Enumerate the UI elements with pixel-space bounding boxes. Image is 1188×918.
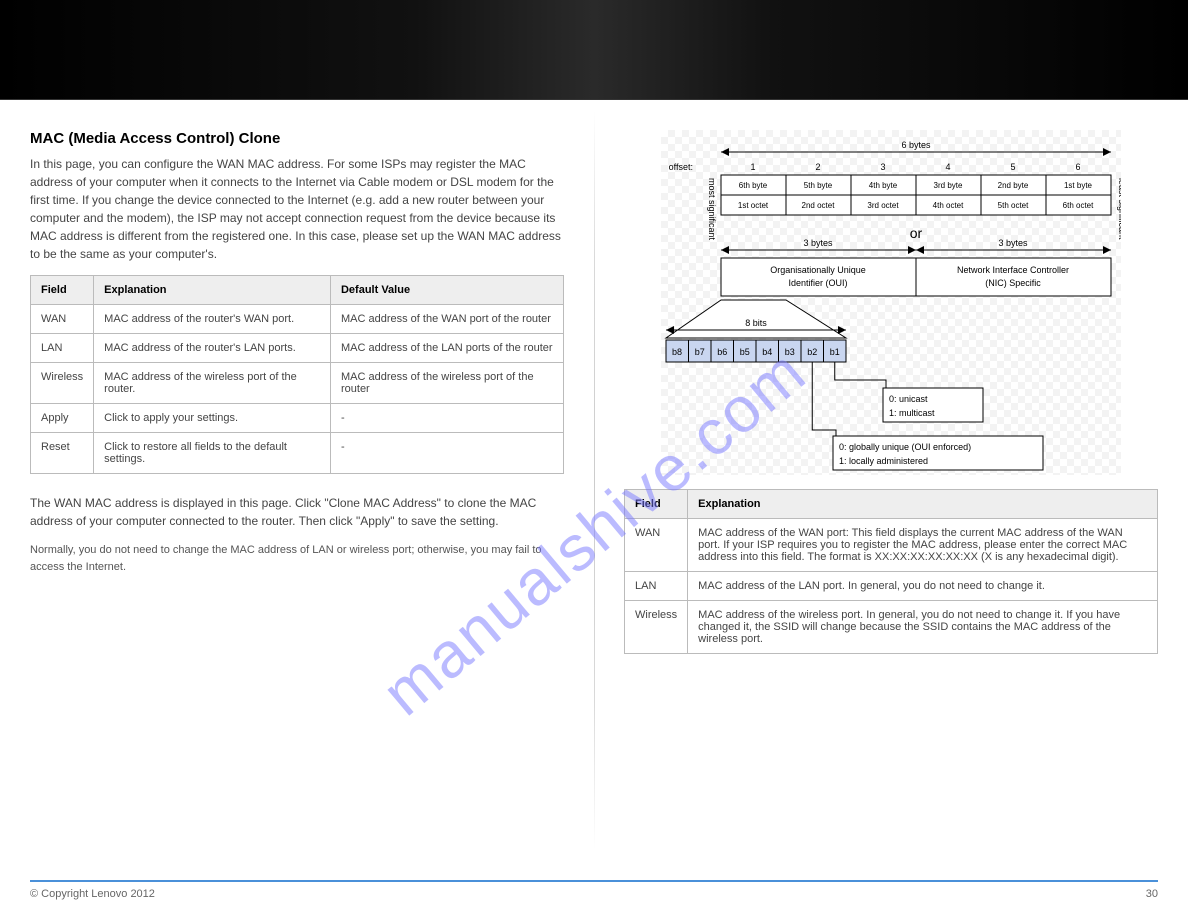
th-explain: Explanation [94, 276, 331, 305]
svg-text:5th octet: 5th octet [998, 201, 1029, 210]
table-row: LAN MAC address of the LAN port. In gene… [625, 572, 1158, 601]
table-row: Reset Click to restore all fields to the… [31, 433, 564, 474]
svg-text:b8: b8 [672, 347, 682, 357]
offset-3: 3 [880, 162, 885, 172]
svg-text:3rd byte: 3rd byte [934, 181, 963, 190]
or-label: or [910, 225, 923, 241]
cell-default: MAC address of the WAN port of the route… [330, 305, 563, 334]
table-row: Wireless MAC address of the wireless por… [625, 601, 1158, 654]
table-row: WAN MAC address of the router's WAN port… [31, 305, 564, 334]
note-paragraph: Normally, you do not need to change the … [30, 542, 564, 575]
page-divider [594, 110, 595, 850]
cell-field: WAN [625, 519, 688, 572]
svg-text:1st octet: 1st octet [738, 201, 769, 210]
svg-text:b5: b5 [740, 347, 750, 357]
cell-field: WAN [31, 305, 94, 334]
cell-explain: MAC address of the wireless port of the … [94, 363, 331, 404]
svg-text:4th byte: 4th byte [869, 181, 898, 190]
mac-diagram: 6 bytes offset: 1 2 3 4 5 6 [661, 130, 1121, 475]
svg-text:4th octet: 4th octet [933, 201, 964, 210]
mac-fields-table: Field Explanation Default Value WAN MAC … [30, 275, 564, 474]
cell-explain: MAC address of the LAN port. In general,… [688, 572, 1158, 601]
left-column: MAC (Media Access Control) Clone In this… [30, 130, 574, 674]
svg-text:2nd byte: 2nd byte [998, 181, 1029, 190]
global-label-1: 1: locally administered [839, 456, 928, 466]
svg-text:1st byte: 1st byte [1064, 181, 1093, 190]
cell-explain: MAC address of the wireless port. In gen… [688, 601, 1158, 654]
offset-5: 5 [1010, 162, 1015, 172]
cell-default: - [330, 404, 563, 433]
svg-text:6th byte: 6th byte [739, 181, 768, 190]
offset-label: offset: [669, 162, 693, 172]
cell-field: Wireless [625, 601, 688, 654]
unicast-label-1: 1: multicast [889, 408, 935, 418]
six-bytes-label: 6 bytes [901, 140, 931, 150]
table-row: WAN MAC address of the WAN port: This fi… [625, 519, 1158, 572]
svg-text:3 bytes: 3 bytes [803, 238, 833, 248]
svg-text:6th octet: 6th octet [1063, 201, 1094, 210]
cell-default: MAC address of the wireless port of the … [330, 363, 563, 404]
unicast-label-0: 0: unicast [889, 394, 928, 404]
header-bar [0, 0, 1188, 100]
cell-explain: Click to apply your settings. [94, 404, 331, 433]
bytes-grid: 6th byte 5th byte 4th byte 3rd byte 2nd … [721, 175, 1111, 215]
th-explain: Explanation [688, 490, 1158, 519]
table-header-row: Field Explanation Default Value [31, 276, 564, 305]
cell-field: Apply [31, 404, 94, 433]
svg-text:5th byte: 5th byte [804, 181, 833, 190]
footer-page-number: 30 [1146, 888, 1158, 900]
svg-text:b2: b2 [807, 347, 817, 357]
svg-text:b6: b6 [717, 347, 727, 357]
table-row: Apply Click to apply your settings. - [31, 404, 564, 433]
th-field: Field [31, 276, 94, 305]
svg-text:b3: b3 [785, 347, 795, 357]
offset-1: 1 [750, 162, 755, 172]
footer: © Copyright Lenovo 2012 30 [30, 880, 1158, 900]
cell-explain: MAC address of the WAN port: This field … [688, 519, 1158, 572]
svg-text:3 bytes: 3 bytes [998, 238, 1028, 248]
intro-paragraph: In this page, you can configure the WAN … [30, 155, 564, 263]
bits-row: b8 b7 b6 b5 b4 b3 b2 b1 [666, 340, 846, 362]
svg-text:b4: b4 [762, 347, 772, 357]
svg-text:Network Interface Controller: Network Interface Controller [957, 265, 1069, 275]
svg-text:Organisationally Unique: Organisationally Unique [770, 265, 866, 275]
cell-explain: MAC address of the router's LAN ports. [94, 334, 331, 363]
eight-bits-label: 8 bits [745, 318, 767, 328]
offset-4: 4 [945, 162, 950, 172]
svg-text:b1: b1 [830, 347, 840, 357]
table-header-row: Field Explanation [625, 490, 1158, 519]
table-row: LAN MAC address of the router's LAN port… [31, 334, 564, 363]
section-title: MAC (Media Access Control) Clone [30, 130, 564, 147]
svg-text:3rd octet: 3rd octet [867, 201, 899, 210]
cell-field: Reset [31, 433, 94, 474]
offset-6: 6 [1075, 162, 1080, 172]
cell-field: Wireless [31, 363, 94, 404]
cell-explain: MAC address of the router's WAN port. [94, 305, 331, 334]
cell-default: - [330, 433, 563, 474]
cell-default: MAC address of the LAN ports of the rout… [330, 334, 563, 363]
cell-field: LAN [625, 572, 688, 601]
footer-copyright: © Copyright Lenovo 2012 [30, 888, 155, 900]
table-row: Wireless MAC address of the wireless por… [31, 363, 564, 404]
th-field: Field [625, 490, 688, 519]
svg-text:2nd octet: 2nd octet [802, 201, 836, 210]
cell-explain: Click to restore all fields to the defau… [94, 433, 331, 474]
cell-field: LAN [31, 334, 94, 363]
mac-diagram-svg: 6 bytes offset: 1 2 3 4 5 6 [661, 130, 1121, 475]
global-label-0: 0: globally unique (OUI enforced) [839, 442, 971, 452]
right-column: 6 bytes offset: 1 2 3 4 5 6 [614, 130, 1158, 674]
svg-text:Identifier (OUI): Identifier (OUI) [788, 278, 847, 288]
th-default: Default Value [330, 276, 563, 305]
mac-address-table: Field Explanation WAN MAC address of the… [624, 489, 1158, 654]
offset-2: 2 [815, 162, 820, 172]
most-significant-label: most significant [707, 178, 717, 241]
svg-text:b7: b7 [695, 347, 705, 357]
svg-text:(NIC) Specific: (NIC) Specific [985, 278, 1041, 288]
after-table-paragraph: The WAN MAC address is displayed in this… [30, 494, 564, 530]
least-significant-label: least significant [1117, 178, 1121, 240]
